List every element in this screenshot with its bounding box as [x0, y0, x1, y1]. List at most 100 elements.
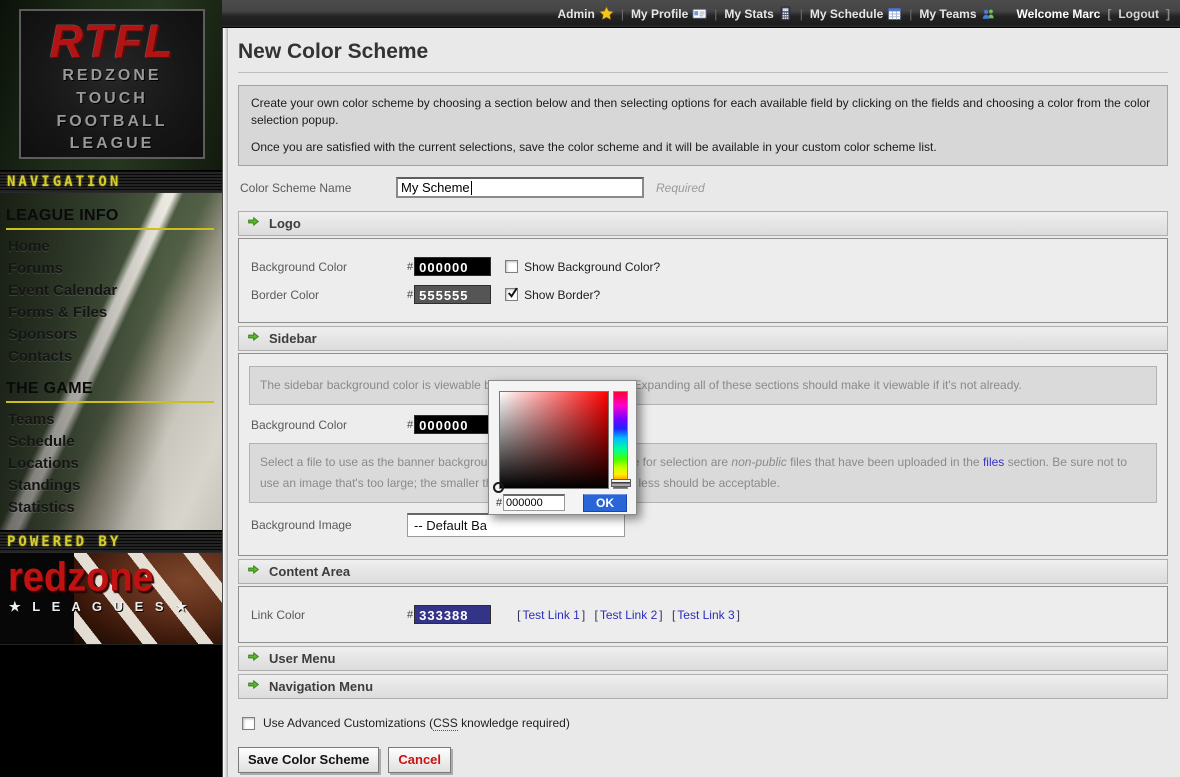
nav-item-forms-files[interactable]: Forms & Files	[0, 301, 222, 323]
league-logo-line: LEAGUE	[21, 133, 203, 156]
bracket: [	[672, 608, 675, 622]
nav-item-sponsors[interactable]: Sponsors	[0, 323, 222, 345]
league-logo-line: REDZONE	[21, 65, 203, 88]
logout-bracket: [	[1107, 7, 1111, 21]
section-user-menu: User Menu	[238, 646, 1168, 671]
intro-box: Create your own color scheme by choosing…	[238, 85, 1168, 166]
advanced-customizations-label: Use Advanced Customizations (CSS knowled…	[263, 716, 570, 730]
topbar-my-teams-label: My Teams	[919, 7, 976, 21]
nav-item-contacts[interactable]: Contacts	[0, 345, 222, 367]
show-background-color-checkbox[interactable]	[505, 260, 518, 273]
css-abbr: CSS	[433, 716, 458, 731]
topbar-separator: |	[714, 7, 717, 21]
picker-hex-input[interactable]: 000000	[503, 494, 565, 511]
bracket: ]	[659, 608, 662, 622]
section-title-navigation-menu: Navigation Menu	[269, 679, 373, 694]
hue-slider-handle[interactable]	[611, 479, 631, 487]
nav-item-home[interactable]: Home	[0, 235, 222, 257]
bracket: [	[595, 608, 598, 622]
text-caret	[471, 181, 472, 195]
section-header-sidebar[interactable]: Sidebar	[238, 326, 1168, 351]
section-title-logo: Logo	[269, 216, 301, 231]
background-image-select[interactable]: -- Default Ba	[407, 513, 625, 537]
color-cursor[interactable]	[493, 482, 504, 493]
sidebar-background-color-row: Background Color # 000000	[251, 415, 1157, 434]
hex-hash: #	[407, 289, 413, 301]
sidebar-filler	[0, 645, 222, 777]
color-scheme-name-input[interactable]: My Scheme	[396, 177, 644, 198]
section-title-content-area: Content Area	[269, 564, 350, 579]
league-logo-line: TOUCH	[21, 88, 203, 111]
nav-item-locations[interactable]: Locations	[0, 452, 222, 474]
saturation-field[interactable]	[499, 391, 609, 489]
topbar-my-schedule[interactable]: My Schedule	[810, 6, 902, 21]
topbar-my-teams[interactable]: My Teams	[919, 6, 995, 21]
league-sidebar: RTFL REDZONE TOUCH FOOTBALL LEAGUE NAVIG…	[0, 0, 222, 777]
note-text: files that have been uploaded in the	[787, 455, 983, 469]
calculator-icon	[778, 6, 793, 21]
link-color-swatch[interactable]: 333388	[414, 605, 491, 624]
advanced-label-text: knowledge required)	[458, 716, 570, 730]
section-header-logo[interactable]: Logo	[238, 211, 1168, 236]
topbar-my-profile[interactable]: My Profile	[631, 6, 707, 21]
expand-arrow-icon	[247, 215, 260, 233]
note-emphasis: non-public	[731, 455, 786, 469]
nav-item-forums[interactable]: Forums	[0, 257, 222, 279]
nav-item-standings[interactable]: Standings	[0, 474, 222, 496]
group-icon	[981, 6, 996, 21]
background-image-note: Select a file to use as the banner backg…	[249, 443, 1157, 503]
files-link[interactable]: files	[983, 455, 1004, 469]
test-link-2[interactable]: Test Link 2	[600, 608, 657, 622]
vcard-icon	[692, 6, 707, 21]
cancel-button[interactable]: Cancel	[388, 747, 451, 773]
section-content-area: Content Area Link Color # 333388 [Test L…	[238, 559, 1168, 643]
test-link-3[interactable]: Test Link 3	[677, 608, 734, 622]
star-icon	[599, 6, 614, 21]
sidebar-background-color-swatch[interactable]: 000000	[414, 415, 491, 434]
nav-item-event-calendar[interactable]: Event Calendar	[0, 279, 222, 301]
redzone-leagues-label: ★ L E A G U E S ★	[9, 599, 191, 615]
topbar-my-stats[interactable]: My Stats	[724, 6, 792, 21]
picker-hex-hash: #	[496, 497, 502, 509]
show-border-label: Show Border?	[524, 288, 600, 302]
hex-hash: #	[407, 419, 413, 431]
expand-arrow-icon	[247, 330, 260, 348]
topbar-separator: |	[621, 7, 624, 21]
section-sidebar: Sidebar The sidebar background color is …	[238, 326, 1168, 556]
nav-section-league-info: LEAGUE INFO	[6, 207, 214, 230]
logo-background-color-swatch[interactable]: 000000	[414, 257, 491, 276]
powered-by-ribbon: POWERED BY	[0, 530, 222, 553]
logo-background-color-label: Background Color	[251, 260, 407, 274]
league-logo[interactable]: RTFL REDZONE TOUCH FOOTBALL LEAGUE	[19, 9, 205, 159]
topbar-admin[interactable]: Admin	[557, 6, 613, 21]
topbar-my-stats-label: My Stats	[724, 7, 773, 21]
nav-item-teams[interactable]: Teams	[0, 408, 222, 430]
topbar-my-profile-label: My Profile	[631, 7, 688, 21]
picker-ok-button[interactable]: OK	[583, 494, 627, 512]
logo-border-color-row: Border Color # 555555 Show Border?	[251, 285, 1157, 304]
color-scheme-name-row: Color Scheme Name My Scheme Required	[240, 177, 1168, 198]
nav-item-schedule[interactable]: Schedule	[0, 430, 222, 452]
logout-link[interactable]: Logout	[1118, 7, 1159, 21]
test-link-1[interactable]: Test Link 1	[522, 608, 579, 622]
powered-by-logo[interactable]: redzone ★ L E A G U E S ★	[0, 553, 222, 645]
frame-divider[interactable]	[222, 28, 228, 777]
logout-bracket: ]	[1166, 7, 1170, 21]
top-menu-bar: Admin | My Profile | My Stats | My Sched…	[222, 0, 1180, 28]
color-scheme-name-label: Color Scheme Name	[240, 181, 396, 195]
league-logo-acronym: RTFL	[21, 17, 203, 65]
hex-hash: #	[407, 609, 413, 621]
section-body-logo: Background Color # 000000 Show Backgroun…	[238, 238, 1168, 323]
form-buttons: Save Color Scheme Cancel	[238, 747, 1168, 773]
advanced-customizations-row: Use Advanced Customizations (CSS knowled…	[242, 716, 1168, 730]
hue-slider[interactable]	[613, 391, 628, 489]
advanced-customizations-checkbox[interactable]	[242, 717, 255, 730]
show-border-checkbox[interactable]	[505, 288, 518, 301]
section-header-content-area[interactable]: Content Area	[238, 559, 1168, 584]
nav-item-statistics[interactable]: Statistics	[0, 496, 222, 518]
logo-border-color-swatch[interactable]: 555555	[414, 285, 491, 304]
section-header-user-menu[interactable]: User Menu	[238, 646, 1168, 671]
section-header-navigation-menu[interactable]: Navigation Menu	[238, 674, 1168, 699]
navigation-ribbon: NAVIGATION	[0, 170, 222, 193]
save-color-scheme-button[interactable]: Save Color Scheme	[238, 747, 379, 773]
